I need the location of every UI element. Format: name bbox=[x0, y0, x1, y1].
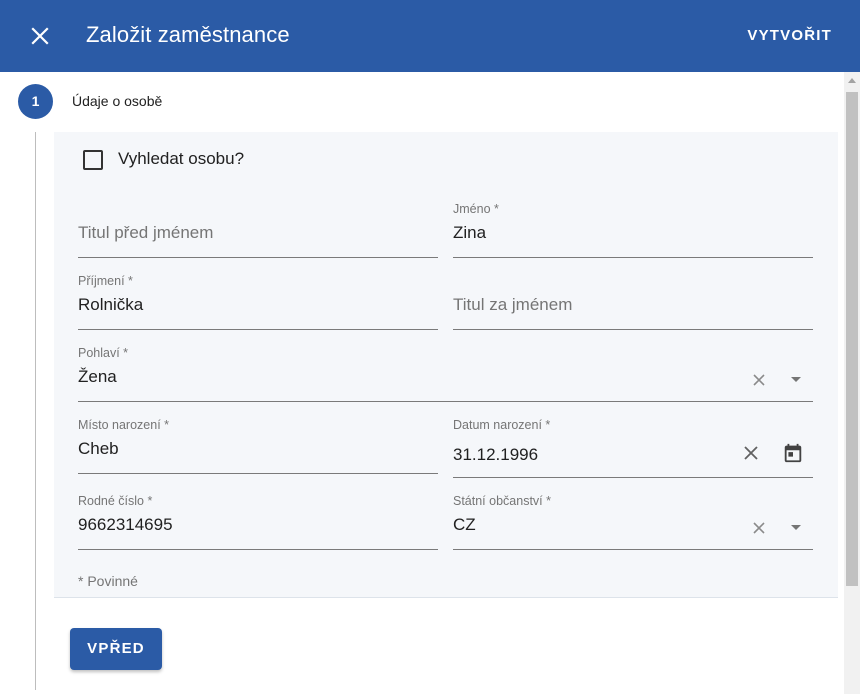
title-after-placeholder: Titul za jménem bbox=[453, 295, 573, 314]
birth-date-label: Datum narození * bbox=[453, 418, 551, 432]
gender-label: Pohlaví * bbox=[78, 346, 129, 360]
last-name-value: Rolnička bbox=[78, 295, 144, 314]
citizenship-label: Státní občanství * bbox=[453, 494, 551, 508]
dropdown-arrow-icon[interactable] bbox=[791, 525, 801, 530]
title-before-placeholder: Titul před jménem bbox=[78, 223, 214, 242]
dialog-title: Založit zaměstnance bbox=[86, 22, 290, 47]
last-name-label: Příjmení * bbox=[78, 274, 133, 288]
dropdown-arrow-icon[interactable] bbox=[791, 377, 801, 382]
create-button[interactable]: VYTVOŘIT bbox=[747, 27, 832, 44]
first-name-field[interactable]: Jméno * Zina bbox=[453, 198, 813, 258]
next-button[interactable]: VPŘED bbox=[70, 628, 162, 670]
birth-place-field[interactable]: Místo narození * Cheb bbox=[78, 414, 438, 474]
step-number-badge: 1 bbox=[18, 84, 53, 119]
scroll-up-arrow-icon[interactable] bbox=[848, 78, 856, 83]
personal-id-label: Rodné číslo * bbox=[78, 494, 153, 508]
title-after-field[interactable]: Titul za jménem bbox=[453, 270, 813, 330]
clear-icon[interactable] bbox=[751, 372, 767, 388]
last-name-field[interactable]: Příjmení * Rolnička bbox=[78, 270, 438, 330]
close-button[interactable] bbox=[24, 20, 56, 52]
birth-place-label: Místo narození * bbox=[78, 418, 170, 432]
step-label[interactable]: Údaje o osobě bbox=[72, 93, 162, 109]
birth-date-value: 31.12.1996 bbox=[453, 445, 539, 464]
citizenship-value: CZ bbox=[453, 515, 476, 534]
gender-select[interactable]: Pohlaví * Žena bbox=[78, 342, 813, 402]
gender-value: Žena bbox=[78, 367, 117, 386]
required-note: * Povinné bbox=[78, 573, 138, 589]
checkbox-box[interactable] bbox=[83, 150, 103, 170]
citizenship-select[interactable]: Státní občanství * CZ bbox=[453, 490, 813, 550]
first-name-label: Jméno * bbox=[453, 202, 499, 216]
calendar-icon[interactable] bbox=[782, 442, 804, 464]
birth-place-value: Cheb bbox=[78, 439, 119, 458]
birth-date-field[interactable]: Datum narození * 31.12.1996 bbox=[453, 414, 813, 478]
personal-id-field[interactable]: Rodné číslo * 9662314695 bbox=[78, 490, 438, 550]
scrollbar-thumb[interactable] bbox=[846, 92, 858, 586]
first-name-value: Zina bbox=[453, 223, 487, 242]
clear-date-icon[interactable] bbox=[743, 445, 759, 461]
title-before-field[interactable]: Titul před jménem bbox=[78, 198, 438, 258]
dialog-header: Založit zaměstnance VYTVOŘIT bbox=[0, 0, 860, 72]
step-connector-line bbox=[35, 132, 36, 690]
search-person-label[interactable]: Vyhledat osobu? bbox=[118, 149, 244, 169]
personal-id-value: 9662314695 bbox=[78, 515, 173, 534]
clear-icon[interactable] bbox=[751, 520, 767, 536]
close-icon bbox=[31, 27, 49, 45]
scrollbar[interactable] bbox=[844, 72, 860, 694]
